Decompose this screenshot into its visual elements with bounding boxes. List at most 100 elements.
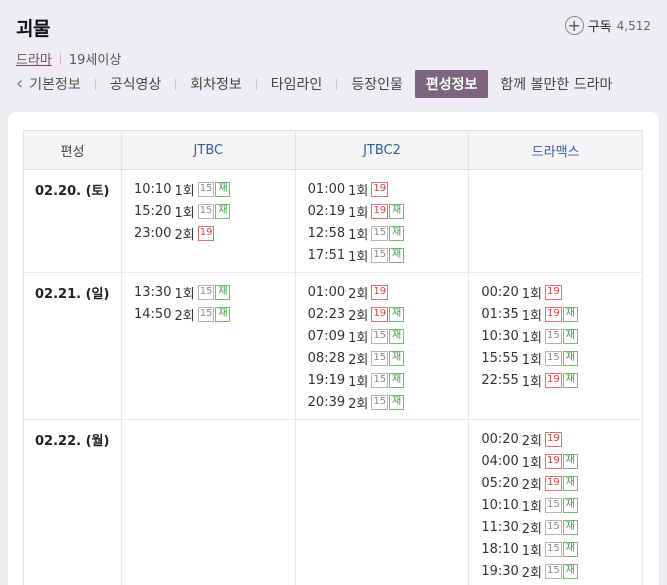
rerun-badge: 재 bbox=[389, 394, 405, 410]
broadcast-slot: 10:10 1회 15 재 bbox=[481, 494, 642, 516]
slot-time: 08:28 bbox=[307, 350, 346, 366]
broadcast-slot: 02:19 1회 19 재 bbox=[308, 200, 469, 222]
slot-time: 04:00 bbox=[481, 453, 519, 469]
slot-episode: 2회 bbox=[348, 286, 369, 302]
tab-5[interactable]: 편성정보 bbox=[414, 70, 489, 98]
age-rating-badge: 15 bbox=[371, 225, 389, 241]
slot-time: 20:39 bbox=[307, 394, 346, 410]
tab-3[interactable]: 타임라인 bbox=[271, 74, 323, 94]
schedule-card: 편성 JTBC JTBC2 드라맥스 02.20. (토) 10:10 1회 15 재 15:… bbox=[8, 112, 659, 585]
age-rating-badge: 15 bbox=[197, 284, 215, 300]
channel-header[interactable]: JTBC bbox=[121, 130, 296, 170]
channel-header[interactable]: JTBC2 bbox=[294, 130, 470, 170]
rerun-badge: 재 bbox=[562, 306, 578, 322]
age-rating: 19세이상 bbox=[68, 53, 122, 68]
subscribe-count: 4,512 bbox=[616, 18, 651, 33]
slot-time: 19:30 bbox=[481, 563, 519, 579]
slot-episode: 1회 bbox=[348, 183, 369, 199]
slot-episode: 1회 bbox=[521, 352, 543, 368]
meta-divider bbox=[59, 53, 61, 64]
channel-header[interactable]: 드라맥스 bbox=[468, 130, 643, 170]
broadcast-slot: 15:55 1회 15 재 bbox=[481, 347, 642, 369]
schedule-header-label: 편성 bbox=[23, 130, 122, 170]
rerun-badge: 재 bbox=[562, 497, 578, 513]
slot-episode: 1회 bbox=[174, 183, 195, 199]
rerun-badge: 재 bbox=[389, 203, 405, 219]
rerun-badge: 재 bbox=[215, 203, 231, 219]
slot-episode: 1회 bbox=[521, 455, 543, 471]
slot-time: 15:20 bbox=[134, 203, 172, 219]
rerun-badge: 재 bbox=[562, 372, 578, 388]
age-rating-badge: 15 bbox=[545, 563, 562, 579]
broadcast-slot: 01:00 2회 19 bbox=[308, 281, 469, 303]
rerun-badge: 재 bbox=[562, 328, 578, 344]
slot-time: 19:19 bbox=[307, 372, 346, 388]
broadcast-slot: 18:10 1회 15 재 bbox=[481, 538, 642, 560]
tab-2[interactable]: 회차정보 bbox=[190, 74, 242, 94]
rerun-badge: 재 bbox=[562, 541, 578, 557]
slot-episode: 2회 bbox=[174, 227, 195, 243]
age-rating-badge: 15 bbox=[371, 394, 389, 410]
rerun-badge: 재 bbox=[562, 350, 578, 366]
age-rating-badge: 19 bbox=[371, 284, 389, 300]
broadcast-slot: 04:00 1회 19 재 bbox=[481, 450, 642, 472]
chevron-left-icon[interactable]: ‹ bbox=[16, 75, 23, 93]
slot-episode: 2회 bbox=[521, 521, 543, 537]
tab-0[interactable]: 기본정보 bbox=[29, 74, 81, 94]
schedule-row: 02.22. (월) 00:20 2회 19 04:00 1회 19 재 05:20 2회 19 재 1… bbox=[23, 419, 643, 585]
slot-episode: 2회 bbox=[521, 477, 543, 493]
slot-time: 02:19 bbox=[307, 203, 346, 219]
slot-time: 01:35 bbox=[481, 306, 519, 322]
subscribe-button[interactable]: + 구독 4,512 bbox=[564, 16, 651, 35]
age-rating-badge: 19 bbox=[545, 431, 562, 447]
rerun-badge: 재 bbox=[389, 328, 405, 344]
schedule-table: 편성 JTBC JTBC2 드라맥스 02.20. (토) 10:10 1회 15 재 15:… bbox=[23, 130, 643, 585]
slot-time: 10:10 bbox=[481, 497, 519, 513]
slot-episode: 1회 bbox=[521, 330, 543, 346]
slot-episode: 2회 bbox=[348, 396, 369, 412]
slot-time: 18:10 bbox=[481, 541, 519, 557]
genre-link[interactable]: 드라마 bbox=[16, 49, 52, 68]
tab-divider bbox=[175, 78, 177, 90]
age-rating-badge: 19 bbox=[371, 203, 389, 219]
broadcast-slot: 14:50 2회 15 재 bbox=[134, 303, 295, 325]
rerun-badge: 재 bbox=[389, 306, 405, 322]
broadcast-slot: 19:19 1회 15 재 bbox=[308, 369, 469, 391]
broadcast-slot: 20:39 2회 15 재 bbox=[308, 391, 469, 413]
rerun-badge: 재 bbox=[215, 284, 231, 300]
schedule-header-row: 편성 JTBC JTBC2 드라맥스 bbox=[23, 130, 643, 170]
age-rating-badge: 15 bbox=[197, 181, 215, 197]
age-rating-badge: 15 bbox=[545, 350, 562, 366]
slot-time: 11:30 bbox=[481, 519, 519, 535]
schedule-cell bbox=[468, 169, 643, 273]
slot-episode: 2회 bbox=[174, 308, 195, 324]
age-rating-badge: 19 bbox=[545, 475, 562, 491]
slot-time: 15:55 bbox=[481, 350, 519, 366]
broadcast-slot: 01:00 1회 19 bbox=[308, 178, 469, 200]
schedule-cell: 10:10 1회 15 재 15:20 1회 15 재 23:00 2회 19 bbox=[121, 169, 296, 273]
slot-time: 05:20 bbox=[481, 475, 519, 491]
schedule-row: 02.20. (토) 10:10 1회 15 재 15:20 1회 15 재 23:00 2회 19 0… bbox=[23, 169, 643, 273]
schedule-row: 02.21. (일) 13:30 1회 15 재 14:50 2회 15 재 01:00 2회 19 0… bbox=[23, 272, 643, 420]
program-header: 괴물 드라마 19세이상 + 구독 4,512 bbox=[16, 14, 651, 68]
slot-episode: 1회 bbox=[174, 205, 195, 221]
tab-4[interactable]: 등장인물 bbox=[351, 74, 403, 94]
slot-time: 23:00 bbox=[134, 225, 172, 241]
broadcast-slot: 17:51 1회 15 재 bbox=[308, 244, 469, 266]
rerun-badge: 재 bbox=[215, 181, 231, 197]
age-rating-badge: 15 bbox=[371, 350, 389, 366]
tab-1[interactable]: 공식영상 bbox=[110, 74, 162, 94]
schedule-cell: 13:30 1회 15 재 14:50 2회 15 재 bbox=[121, 272, 296, 420]
broadcast-slot: 10:30 1회 15 재 bbox=[481, 325, 642, 347]
broadcast-slot: 01:35 1회 19 재 bbox=[481, 303, 642, 325]
broadcast-slot: 22:55 1회 19 재 bbox=[481, 369, 642, 391]
age-rating-badge: 19 bbox=[371, 181, 389, 197]
slot-time: 12:58 bbox=[307, 225, 346, 241]
slot-episode: 1회 bbox=[348, 249, 369, 265]
broadcast-slot: 07:09 1회 15 재 bbox=[308, 325, 469, 347]
tab-6[interactable]: 함께 볼만한 드라마 bbox=[500, 74, 612, 94]
broadcast-slot: 23:00 2회 19 bbox=[134, 222, 295, 244]
schedule-cell: 01:00 1회 19 02:19 1회 19 재 12:58 1회 15 재 17:51 1회 15 재 bbox=[294, 169, 470, 273]
schedule-date: 02.21. (일) bbox=[23, 272, 122, 420]
age-rating-badge: 15 bbox=[545, 328, 562, 344]
